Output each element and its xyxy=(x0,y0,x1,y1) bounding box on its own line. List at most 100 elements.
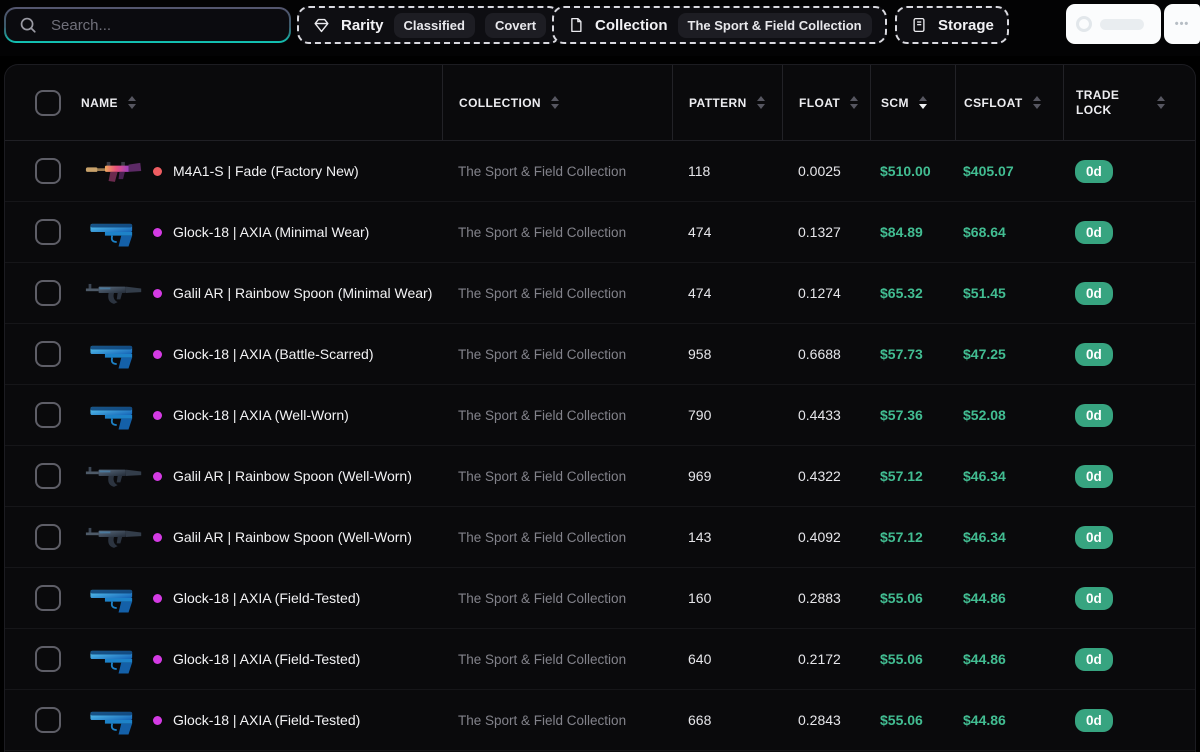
overflow-menu-button[interactable]: ••• xyxy=(1164,4,1200,44)
ghost-label xyxy=(1100,18,1144,30)
item-name: Glock-18 | AXIA (Field-Tested) xyxy=(173,651,361,667)
item-pattern: 668 xyxy=(688,712,712,728)
item-csfloat-price: $405.07 xyxy=(963,163,1014,179)
table-row[interactable]: Glock-18 | AXIA (Field-Tested) The Sport… xyxy=(5,690,1195,751)
rarity-dot xyxy=(153,593,162,603)
item-name: Glock-18 | AXIA (Minimal Wear) xyxy=(173,224,370,240)
header-pattern[interactable]: PATTERN xyxy=(672,65,782,140)
rarity-tag-classified[interactable]: Classified xyxy=(393,12,475,38)
item-scm-price: $57.36 xyxy=(880,407,923,423)
table-row[interactable]: Galil AR | Rainbow Spoon (Well-Worn) The… xyxy=(5,507,1195,568)
item-csfloat-price: $51.45 xyxy=(963,285,1006,301)
header-sort-pattern[interactable] xyxy=(756,96,765,109)
collection-tag[interactable]: The Sport & Field Collection xyxy=(677,12,872,38)
item-scm-price: $57.73 xyxy=(880,346,923,362)
weapon-thumbnail xyxy=(85,150,143,192)
header-collection[interactable]: COLLECTION xyxy=(442,65,672,140)
item-name: Galil AR | Rainbow Spoon (Well-Worn) xyxy=(173,468,412,484)
table-row[interactable]: Glock-18 | AXIA (Battle-Scarred) The Spo… xyxy=(5,324,1195,385)
row-checkbox[interactable] xyxy=(35,280,61,306)
weapon-thumbnail xyxy=(85,211,143,253)
gem-icon xyxy=(314,18,329,32)
search-input[interactable]: Search... xyxy=(51,17,111,34)
row-checkbox[interactable] xyxy=(35,585,61,611)
item-scm-price: $510.00 xyxy=(880,163,931,179)
row-checkbox[interactable] xyxy=(35,158,61,184)
top-bar: Search... Rarity Classified Covert Colle… xyxy=(0,0,1200,56)
header-sort-collection[interactable] xyxy=(551,96,559,109)
item-csfloat-price: $47.25 xyxy=(963,346,1006,362)
search-box[interactable]: Search... xyxy=(4,7,291,43)
table-row[interactable]: Glock-18 | AXIA (Well-Worn) The Sport & … xyxy=(5,385,1195,446)
table-header: NAME COLLECTION PATTERN FLOAT SCM CSFLOA… xyxy=(5,65,1195,141)
item-name: M4A1-S | Fade (Factory New) xyxy=(173,163,359,179)
filter-chip-collection[interactable]: Collection The Sport & Field Collection xyxy=(552,6,887,44)
trade-lock-badge: 0d xyxy=(1075,708,1113,732)
item-collection: The Sport & Field Collection xyxy=(458,712,627,728)
item-name: Glock-18 | AXIA (Field-Tested) xyxy=(173,590,361,606)
table-row[interactable]: Glock-18 | AXIA (Minimal Wear) The Sport… xyxy=(5,202,1195,263)
item-pattern: 160 xyxy=(688,590,712,606)
header-name[interactable]: NAME xyxy=(71,65,442,140)
item-pattern: 958 xyxy=(688,346,712,362)
item-csfloat-price: $44.86 xyxy=(963,590,1006,606)
item-name: Galil AR | Rainbow Spoon (Well-Worn) xyxy=(173,529,412,545)
item-float: 0.2172 xyxy=(798,651,841,667)
item-pattern: 790 xyxy=(688,407,712,423)
item-pattern: 640 xyxy=(688,651,712,667)
row-checkbox[interactable] xyxy=(35,402,61,428)
row-checkbox[interactable] xyxy=(35,219,61,245)
select-all-checkbox[interactable] xyxy=(35,89,61,116)
header-float[interactable]: FLOAT xyxy=(782,65,870,140)
header-sort-scm[interactable] xyxy=(918,96,927,109)
table-row[interactable]: M4A1-S | Fade (Factory New) The Sport & … xyxy=(5,141,1195,202)
weapon-thumbnail xyxy=(85,577,143,619)
item-scm-price: $55.06 xyxy=(880,712,923,728)
trade-lock-badge: 0d xyxy=(1075,647,1113,671)
rarity-dot xyxy=(153,654,162,664)
item-float: 0.2883 xyxy=(798,590,841,606)
row-checkbox[interactable] xyxy=(35,463,61,489)
item-csfloat-price: $44.86 xyxy=(963,651,1006,667)
row-checkbox[interactable] xyxy=(35,341,61,367)
row-checkbox[interactable] xyxy=(35,524,61,550)
item-collection: The Sport & Field Collection xyxy=(458,407,627,423)
rarity-tag-covert[interactable]: Covert xyxy=(484,12,547,38)
item-scm-price: $65.32 xyxy=(880,285,923,301)
table-row[interactable]: Glock-18 | AXIA (Field-Tested) The Sport… xyxy=(5,629,1195,690)
header-sort-trade-lock[interactable] xyxy=(1157,96,1165,109)
item-float: 0.2843 xyxy=(798,712,841,728)
filter-chip-storage[interactable]: Storage xyxy=(895,6,1009,44)
table-row[interactable]: Galil AR | Rainbow Spoon (Minimal Wear) … xyxy=(5,263,1195,324)
item-pattern: 474 xyxy=(688,285,712,301)
weapon-thumbnail xyxy=(85,638,143,680)
item-csfloat-price: $44.86 xyxy=(963,712,1006,728)
item-pattern: 143 xyxy=(688,529,712,545)
items-table: NAME COLLECTION PATTERN FLOAT SCM CSFLOA… xyxy=(4,64,1196,752)
header-csfloat[interactable]: CSFLOAT xyxy=(955,65,1063,140)
item-name: Galil AR | Rainbow Spoon (Minimal Wear) xyxy=(173,285,433,301)
trade-lock-badge: 0d xyxy=(1075,281,1113,305)
row-checkbox[interactable] xyxy=(35,646,61,672)
item-collection: The Sport & Field Collection xyxy=(458,224,627,240)
row-checkbox[interactable] xyxy=(35,707,61,733)
table-row[interactable]: Galil AR | Rainbow Spoon (Well-Worn) The… xyxy=(5,446,1195,507)
table-row[interactable]: Glock-18 | AXIA (Field-Tested) The Sport… xyxy=(5,568,1195,629)
ghost-circle-icon xyxy=(1076,16,1092,32)
header-sort-name[interactable] xyxy=(127,96,136,109)
filter-chip-rarity[interactable]: Rarity Classified Covert xyxy=(297,6,562,44)
item-collection: The Sport & Field Collection xyxy=(458,651,627,667)
header-sort-float[interactable] xyxy=(850,96,859,109)
item-float: 0.0025 xyxy=(798,163,841,179)
rarity-dot xyxy=(153,471,162,481)
item-float: 0.4092 xyxy=(798,529,841,545)
header-trade-lock[interactable]: TRADE LOCK xyxy=(1063,65,1195,140)
item-name: Glock-18 | AXIA (Battle-Scarred) xyxy=(173,346,374,362)
rarity-dot xyxy=(153,410,162,420)
header-scm[interactable]: SCM xyxy=(870,65,955,140)
weapon-thumbnail xyxy=(85,272,143,314)
item-collection: The Sport & Field Collection xyxy=(458,346,627,362)
weapon-thumbnail xyxy=(85,699,143,741)
header-sort-csfloat[interactable] xyxy=(1032,96,1041,109)
topbar-light-panel[interactable] xyxy=(1066,4,1161,44)
